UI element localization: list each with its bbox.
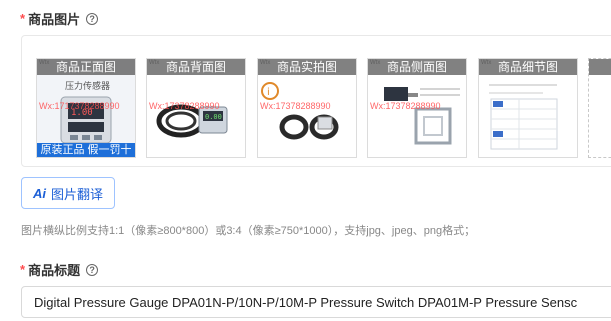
thumbnail-caption: 商品实拍图 [258, 59, 356, 75]
product-title-value: Digital Pressure Gauge DPA01N-P/10N-P/10… [34, 294, 578, 310]
required-mark: * [20, 11, 26, 26]
svg-text:压力传感器: 压力传感器 [65, 80, 110, 92]
promo-band: 原装正品 假一罚十 [37, 143, 135, 157]
svg-text:i: i [267, 87, 270, 98]
image-requirements-hint: 图片横纵比例支持1:1（像素≥800*800）或3:4（像素≥750*1000）… [21, 225, 476, 237]
thumbnail-back[interactable]: Wtx 0.00 商品背面图 Wx:17378288990 [146, 58, 246, 158]
thumbnail-real[interactable]: Wtx i 商品实拍图 Wx:17378288990 [257, 58, 357, 158]
thumbnail-detail[interactable]: Wtx 商品细节图 [478, 58, 578, 158]
product-title-label: * 商品标题 ? [20, 260, 99, 279]
thumbnail-caption: 商品正面图 [37, 59, 135, 75]
thumbnail-caption: 商品背面图 [147, 59, 245, 75]
thumbnail-caption: 商品侧面图 [368, 59, 466, 75]
watermark-text: Wx:1717378288990 [39, 101, 120, 111]
help-icon[interactable]: ? [86, 12, 99, 25]
product-title-heading: 商品标题 [28, 263, 81, 278]
thumbnail-more[interactable] [588, 58, 611, 158]
image-translate-button[interactable]: Ai 图片翻译 [21, 177, 115, 209]
ai-icon: Ai [32, 185, 46, 201]
help-icon[interactable]: ? [86, 263, 99, 276]
product-images-label: * 商品图片 ? [20, 9, 99, 28]
watermark-text: Wx:17378288990 [260, 101, 331, 111]
product-title-input[interactable]: Digital Pressure Gauge DPA01N-P/10N-P/10… [21, 286, 611, 318]
thumbnail-caption: 商品细节图 [479, 59, 577, 75]
thumbnail-side[interactable]: Wtx 商品侧面图 Wx:17378288990 [367, 58, 467, 158]
image-translate-label: 图片翻译 [50, 186, 103, 202]
product-images-title: 商品图片 [28, 12, 81, 27]
watermark-text: Wx:17378288990 [370, 101, 441, 111]
thumbnail-front[interactable]: Wtx 压力传感器 1.00 商品正面图 Wx:1717378288990 原装… [36, 58, 136, 158]
required-mark: * [20, 262, 26, 277]
svg-text:0.00: 0.00 [205, 113, 222, 121]
watermark-text: Wx:17378288990 [149, 101, 220, 111]
image-gallery: Wtx 压力传感器 1.00 商品正面图 Wx:1717378288990 原装… [21, 35, 611, 167]
